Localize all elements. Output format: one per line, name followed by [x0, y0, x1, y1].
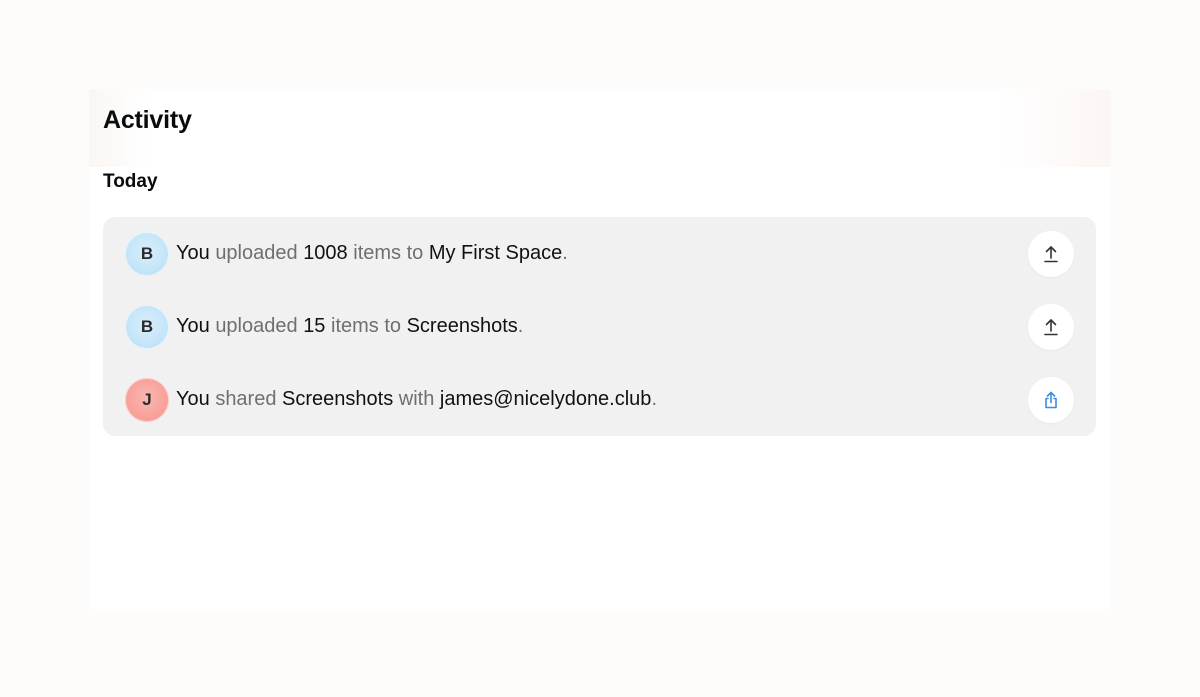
period: .: [517, 315, 524, 337]
item-count: 15: [303, 315, 326, 337]
target-space: Screenshots: [406, 315, 518, 337]
recipient-email: james@nicelydone.club: [439, 388, 652, 410]
connector: with: [398, 388, 435, 410]
page-title: Activity: [103, 106, 192, 134]
item-count: 1008: [303, 242, 348, 264]
activity-item: B You uploaded 1008 items to My First Sp…: [103, 217, 1096, 290]
avatar: B: [125, 231, 169, 276]
avatar: J: [125, 377, 169, 422]
activity-panel: Activity Today B You uploaded 1008 items…: [89, 89, 1111, 609]
actor: You: [176, 315, 210, 337]
activity-text: You shared Screenshots with james@nicely…: [176, 388, 657, 411]
activity-text: You uploaded 15 items to Screenshots.: [176, 315, 523, 338]
upload-icon: [1044, 318, 1058, 335]
upload-action-button[interactable]: [1028, 303, 1074, 350]
activity-text: You uploaded 1008 items to My First Spac…: [176, 242, 568, 265]
activity-item: J You shared Screenshots with james@nice…: [103, 363, 1096, 436]
avatar: B: [125, 304, 169, 349]
section-heading-today: Today: [103, 171, 158, 192]
activity-list: B You uploaded 1008 items to My First Sp…: [103, 217, 1096, 436]
verb: uploaded: [215, 315, 298, 337]
actor: You: [176, 242, 210, 264]
share-action-button[interactable]: [1028, 376, 1074, 423]
upload-action-button[interactable]: [1028, 230, 1074, 277]
verb: shared: [215, 388, 277, 410]
target-space: My First Space: [428, 242, 563, 264]
upload-icon: [1044, 245, 1058, 262]
share-icon: [1045, 391, 1057, 408]
verb: uploaded: [215, 242, 298, 264]
connector: items to: [331, 315, 402, 337]
activity-item: B You uploaded 15 items to Screenshots.: [103, 290, 1096, 363]
shared-object: Screenshots: [282, 388, 394, 410]
connector: items to: [353, 242, 424, 264]
period: .: [562, 242, 568, 264]
actor: You: [176, 388, 210, 410]
period: .: [651, 388, 657, 410]
